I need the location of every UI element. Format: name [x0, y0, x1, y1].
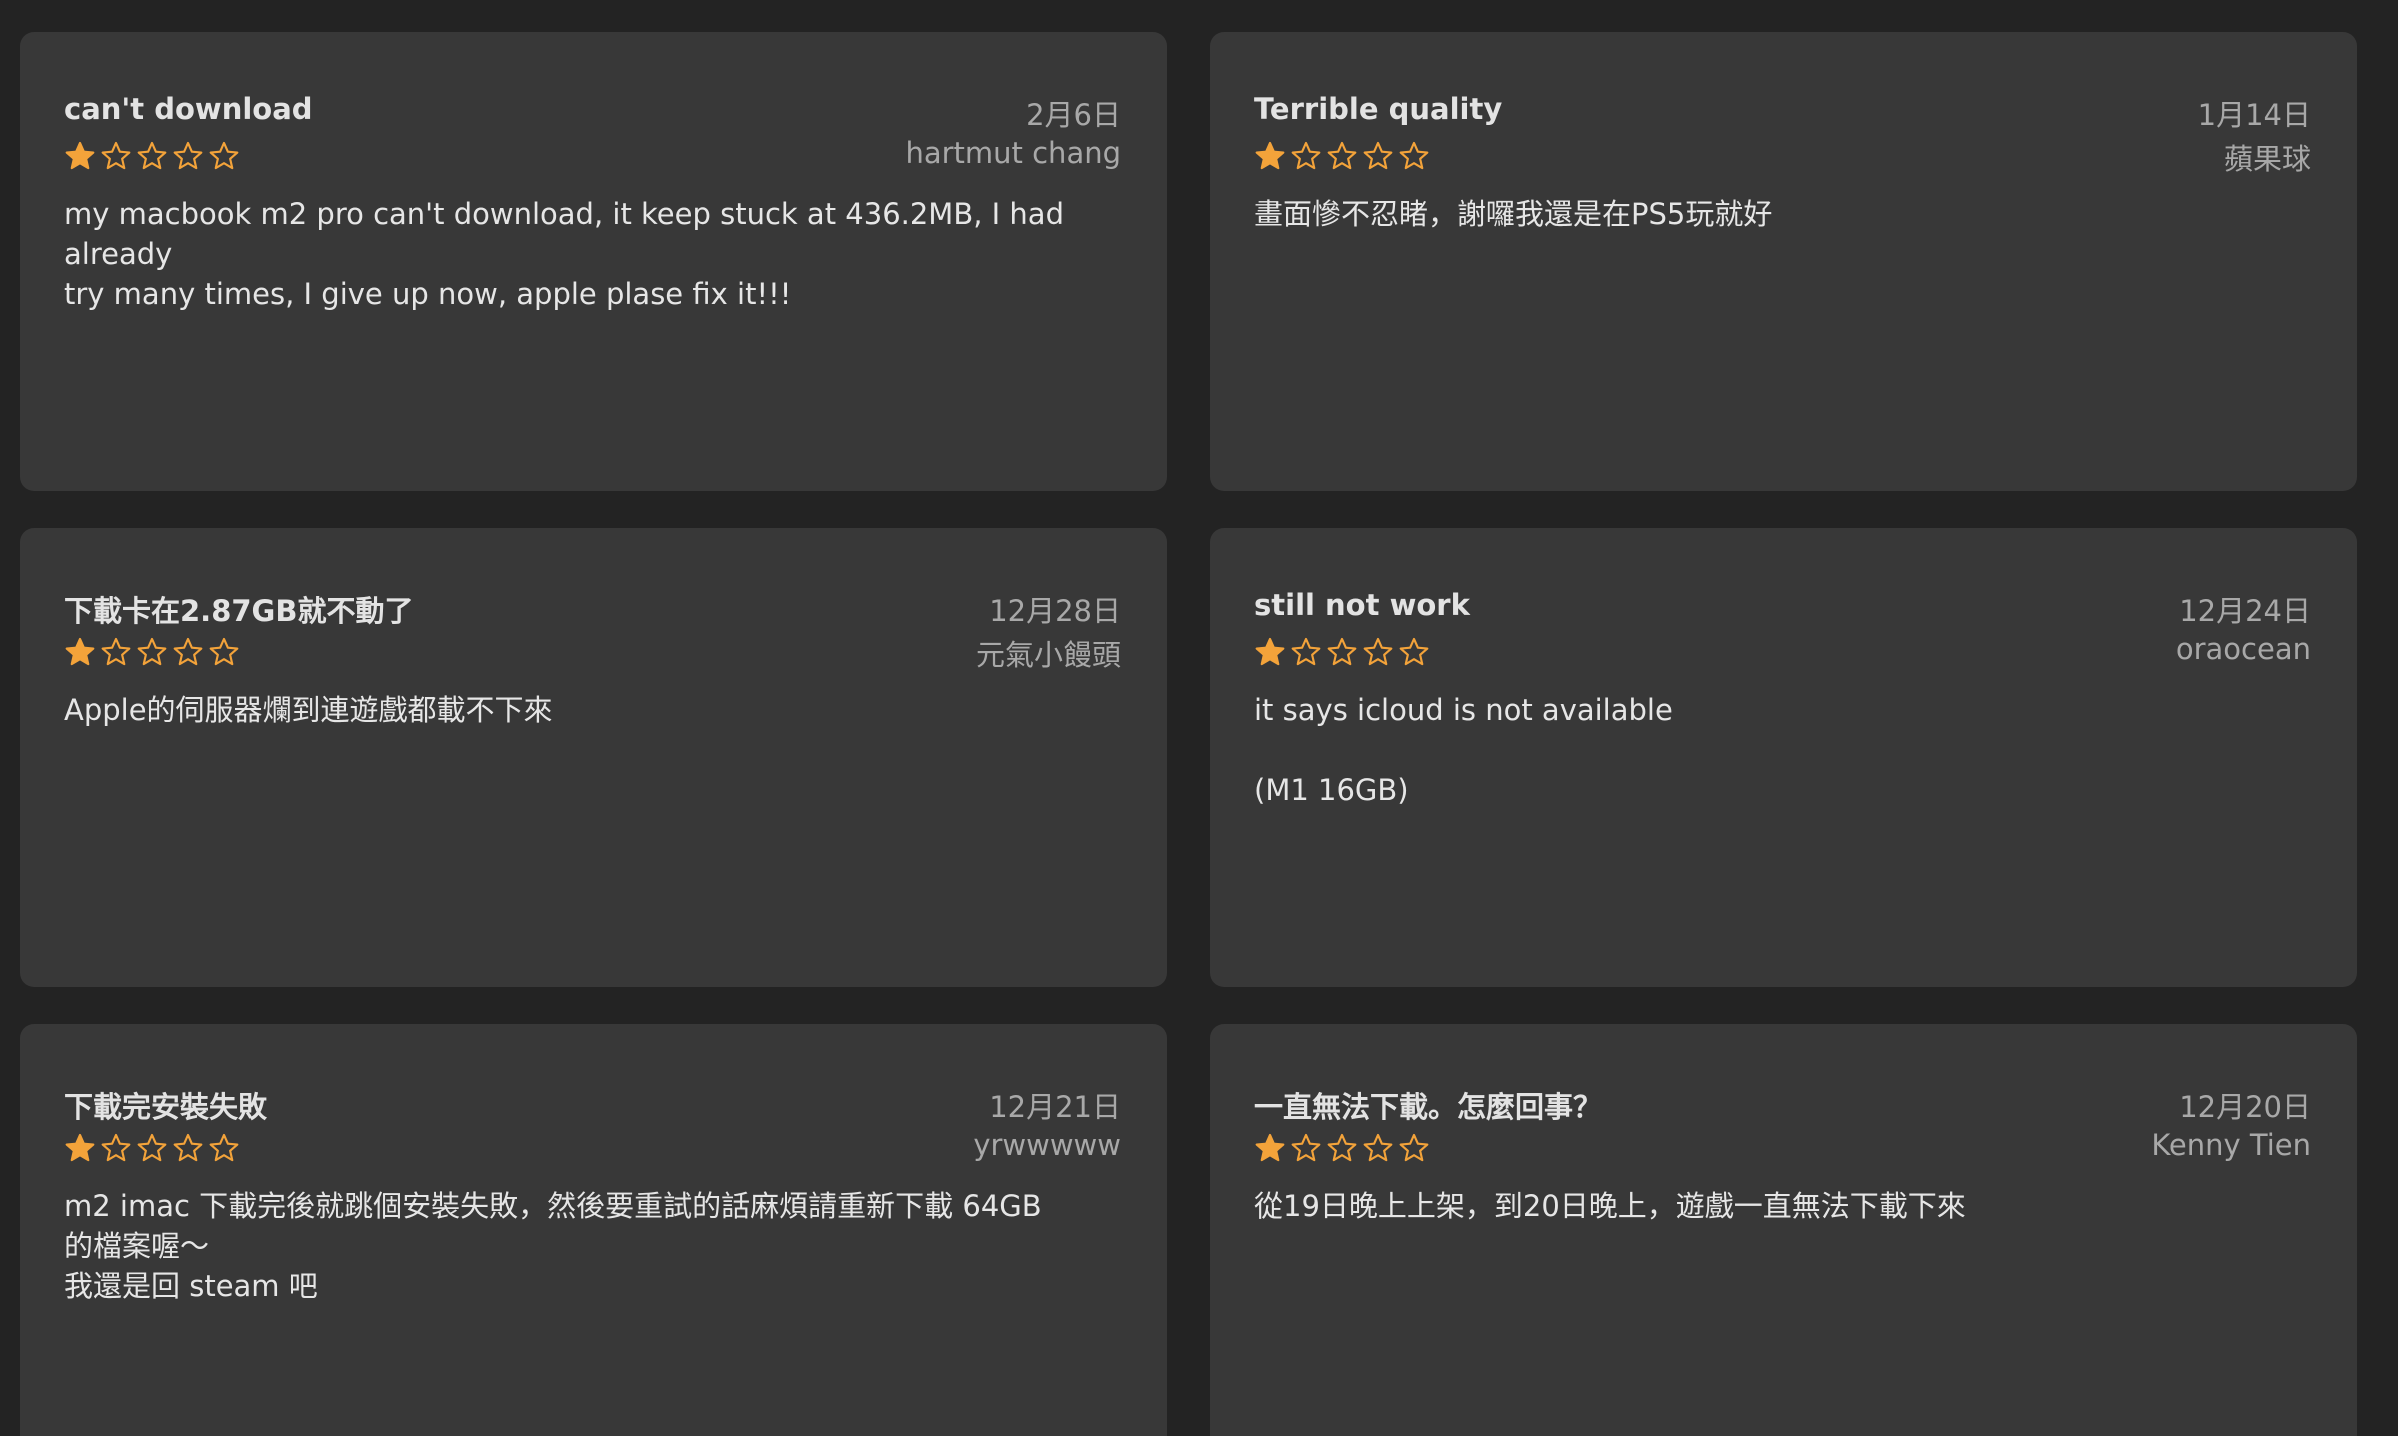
- review-author: oraocean: [2175, 632, 2311, 666]
- star-outline-icon: [1363, 637, 1393, 666]
- star-outline-icon: [209, 637, 239, 666]
- review-card[interactable]: 下載卡在2.87GB就不動了 12月28日 元氣小饅頭 Apple的伺服器爛到連…: [20, 528, 1167, 987]
- review-body-line: Apple的伺服器爛到連遊戲都載不下來: [64, 693, 553, 727]
- review-body-line: 我還是回 steam 吧: [64, 1269, 318, 1303]
- review-date: 12月24日: [2179, 594, 2311, 628]
- review-card[interactable]: 下載完安裝失敗 12月21日 yrwwwww m2 imac 下載完後就跳個安裝…: [20, 1024, 1167, 1436]
- review-author: Kenny Tien: [2151, 1128, 2311, 1162]
- star-outline-icon: [1399, 1133, 1429, 1162]
- review-title: 下載完安裝失敗: [64, 1090, 268, 1124]
- review-body-line: my macbook m2 pro can't download, it kee…: [64, 197, 1064, 271]
- star-outline-icon: [173, 1133, 203, 1162]
- review-card[interactable]: Terrible quality 1月14日 蘋果球 畫面慘不忍睹，謝囉我還是在…: [1210, 32, 2357, 491]
- review-author: 元氣小饅頭: [975, 638, 1121, 672]
- review-body-line: 畫面慘不忍睹，謝囉我還是在PS5玩就好: [1254, 197, 1773, 231]
- star-outline-icon: [1291, 141, 1321, 170]
- star-outline-icon: [1327, 637, 1357, 666]
- review-body-line: m2 imac 下載完後就跳個安裝失敗，然後要重試的話麻煩請重新下載 64GB: [64, 1189, 1042, 1223]
- review-body-line: 從19日晚上上架，到20日晚上，遊戲一直無法下載下來: [1254, 1189, 1966, 1223]
- review-body-line: try many times, I give up now, apple pla…: [64, 277, 792, 311]
- star-outline-icon: [209, 141, 239, 170]
- star-outline-icon: [173, 141, 203, 170]
- review-author: 蘋果球: [2223, 142, 2311, 176]
- star-outline-icon: [209, 1133, 239, 1162]
- star-outline-icon: [1363, 141, 1393, 170]
- star-outline-icon: [137, 637, 167, 666]
- star-rating: [64, 1130, 240, 1166]
- star-rating: [1254, 634, 1430, 670]
- review-title: 一直無法下載。怎麼回事？: [1254, 1090, 1603, 1124]
- star-outline-icon: [1363, 1133, 1393, 1162]
- review-card[interactable]: can't download 2月6日 hartmut chang my mac…: [20, 32, 1167, 491]
- star-filled-icon: [1255, 637, 1285, 666]
- review-card[interactable]: still not work 12月24日 oraocean it says i…: [1210, 528, 2357, 987]
- star-outline-icon: [101, 141, 131, 170]
- star-outline-icon: [1291, 637, 1321, 666]
- star-outline-icon: [173, 637, 203, 666]
- review-body: my macbook m2 pro can't download, it kee…: [64, 194, 1121, 314]
- star-rating: [64, 634, 240, 670]
- star-rating: [1254, 1130, 1430, 1166]
- review-body-line: 的檔案喔～: [64, 1229, 210, 1263]
- star-outline-icon: [1399, 141, 1429, 170]
- review-title: can't download: [64, 92, 313, 126]
- review-title: still not work: [1254, 588, 1470, 622]
- review-card[interactable]: 一直無法下載。怎麼回事？ 12月20日 Kenny Tien 從19日晚上上架，…: [1210, 1024, 2357, 1436]
- star-filled-icon: [65, 1133, 95, 1162]
- review-author: yrwwwww: [973, 1128, 1121, 1162]
- star-rating: [1254, 138, 1430, 174]
- review-date: 12月21日: [989, 1090, 1121, 1124]
- star-outline-icon: [137, 141, 167, 170]
- star-rating: [64, 138, 240, 174]
- review-author: hartmut chang: [905, 136, 1121, 170]
- review-body-line: (M1 16GB): [1254, 773, 1409, 807]
- star-outline-icon: [1399, 637, 1429, 666]
- review-title: Terrible quality: [1254, 92, 1503, 126]
- review-body: 畫面慘不忍睹，謝囉我還是在PS5玩就好: [1254, 194, 2311, 234]
- review-date: 1月14日: [2197, 98, 2311, 132]
- review-body: Apple的伺服器爛到連遊戲都載不下來: [64, 690, 1121, 730]
- star-outline-icon: [137, 1133, 167, 1162]
- reviews-grid: can't download 2月6日 hartmut chang my mac…: [0, 0, 2398, 1436]
- star-outline-icon: [101, 1133, 131, 1162]
- star-outline-icon: [1327, 1133, 1357, 1162]
- review-body: m2 imac 下載完後就跳個安裝失敗，然後要重試的話麻煩請重新下載 64GB 的…: [64, 1186, 1121, 1306]
- star-filled-icon: [65, 637, 95, 666]
- review-date: 12月20日: [2179, 1090, 2311, 1124]
- star-outline-icon: [101, 637, 131, 666]
- star-filled-icon: [65, 141, 95, 170]
- review-date: 2月6日: [1026, 98, 1121, 132]
- review-date: 12月28日: [989, 594, 1121, 628]
- star-filled-icon: [1255, 1133, 1285, 1162]
- review-body-line: it says icloud is not available: [1254, 693, 1673, 727]
- star-filled-icon: [1255, 141, 1285, 170]
- review-body-line: [1254, 730, 2311, 770]
- review-body: it says icloud is not available (M1 16GB): [1254, 690, 2311, 810]
- review-title: 下載卡在2.87GB就不動了: [64, 594, 414, 628]
- star-outline-icon: [1327, 141, 1357, 170]
- star-outline-icon: [1291, 1133, 1321, 1162]
- review-body: 從19日晚上上架，到20日晚上，遊戲一直無法下載下來: [1254, 1186, 2311, 1226]
